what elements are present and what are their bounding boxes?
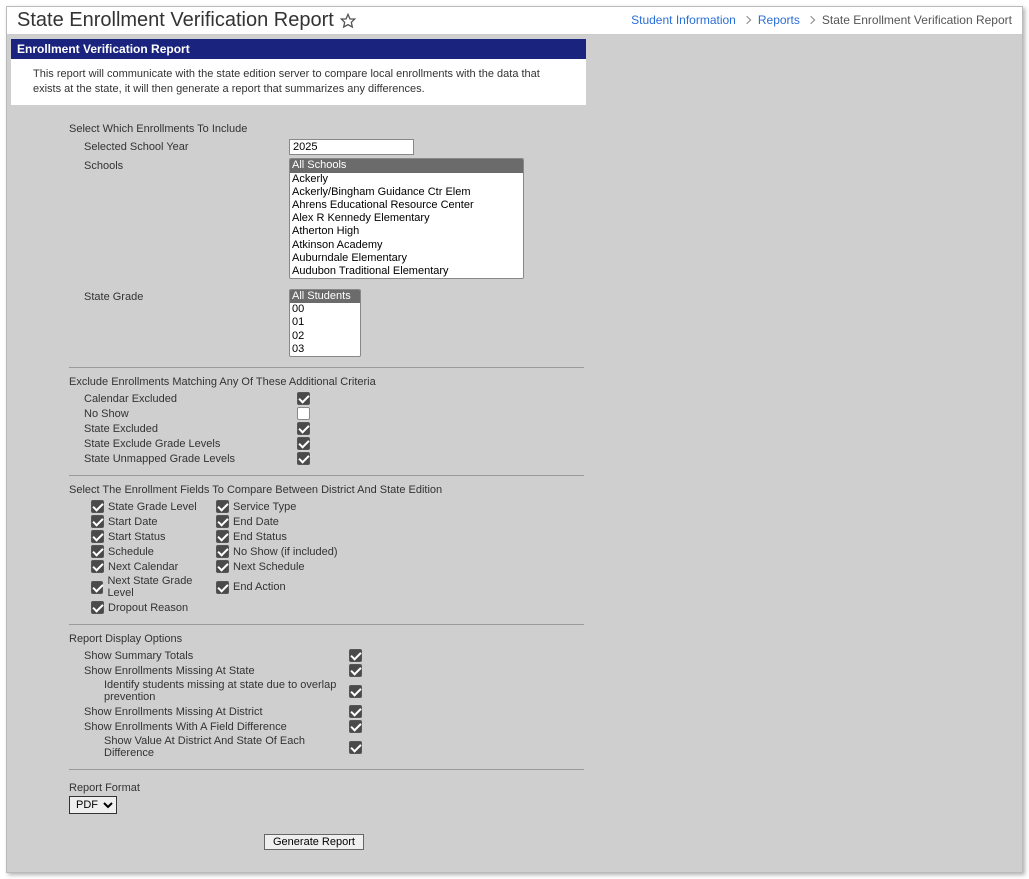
display-option-label: Show Enrollments Missing At State <box>19 665 349 677</box>
compare-checkbox[interactable] <box>91 560 104 573</box>
school-option[interactable]: Audubon Traditional Elementary <box>290 265 523 278</box>
compare-checkbox[interactable] <box>216 530 229 543</box>
grade-option[interactable]: 01 <box>290 316 360 329</box>
school-option[interactable]: Ackerly <box>290 173 523 186</box>
exclude-checkbox[interactable] <box>297 392 310 405</box>
label-schools: Schools <box>19 158 289 172</box>
compare-label: Next State Grade Level <box>107 575 216 599</box>
section-exclude: Exclude Enrollments Matching Any Of Thes… <box>69 376 578 388</box>
compare-label: End Status <box>233 531 287 543</box>
compare-label: Start Status <box>108 531 165 543</box>
grade-option[interactable]: 00 <box>290 303 360 316</box>
page-title: State Enrollment Verification Report <box>17 9 356 32</box>
compare-checkbox[interactable] <box>91 581 103 594</box>
compare-label: Next Calendar <box>108 561 178 573</box>
school-option[interactable]: Ahrens Educational Resource Center <box>290 199 523 212</box>
compare-checkbox[interactable] <box>216 515 229 528</box>
exclude-checkbox[interactable] <box>297 407 310 420</box>
display-option-checkbox[interactable] <box>349 741 362 754</box>
school-option[interactable]: Auburndale Elementary <box>290 252 523 265</box>
compare-checkbox[interactable] <box>91 601 104 614</box>
exclude-label: State Excluded <box>19 423 297 435</box>
panel-description: This report will communicate with the st… <box>11 59 586 106</box>
section-display: Report Display Options <box>69 633 578 645</box>
section-include: Select Which Enrollments To Include <box>69 123 578 135</box>
display-option-checkbox[interactable] <box>349 720 362 733</box>
compare-checkbox[interactable] <box>216 581 229 594</box>
compare-checkbox[interactable] <box>91 530 104 543</box>
compare-checkbox[interactable] <box>216 500 229 513</box>
breadcrumb-reports[interactable]: Reports <box>758 13 800 27</box>
exclude-checkbox[interactable] <box>297 437 310 450</box>
generate-report-button[interactable]: Generate Report <box>264 834 364 850</box>
display-option-checkbox[interactable] <box>349 664 362 677</box>
compare-label: Next Schedule <box>233 561 305 573</box>
compare-checkbox[interactable] <box>216 545 229 558</box>
school-option[interactable]: Atkinson Academy <box>290 239 523 252</box>
display-option-label: Identify students missing at state due t… <box>19 679 349 703</box>
exclude-label: State Unmapped Grade Levels <box>19 453 297 465</box>
display-option-label: Show Enrollments With A Field Difference <box>19 721 349 733</box>
star-icon[interactable] <box>340 12 356 28</box>
breadcrumb: Student Information Reports State Enroll… <box>631 13 1012 27</box>
top-bar: State Enrollment Verification Report Stu… <box>7 7 1022 35</box>
compare-label: No Show (if included) <box>233 546 338 558</box>
compare-label: Dropout Reason <box>108 602 188 614</box>
chevron-right-icon <box>807 16 815 24</box>
compare-label: Service Type <box>233 501 296 513</box>
compare-checkbox[interactable] <box>91 500 104 513</box>
display-option-checkbox[interactable] <box>349 685 362 698</box>
school-option[interactable]: Ballard High <box>290 278 523 279</box>
compare-checkbox[interactable] <box>91 545 104 558</box>
compare-label: State Grade Level <box>108 501 197 513</box>
exclude-checkbox[interactable] <box>297 422 310 435</box>
page-title-text: State Enrollment Verification Report <box>17 9 334 32</box>
exclude-label: State Exclude Grade Levels <box>19 438 297 450</box>
compare-checkbox[interactable] <box>216 560 229 573</box>
listbox-state-grade[interactable]: All Students0001020304 <box>289 289 361 357</box>
exclude-checkbox[interactable] <box>297 452 310 465</box>
compare-label: End Date <box>233 516 279 528</box>
display-option-checkbox[interactable] <box>349 705 362 718</box>
school-option[interactable]: Ackerly/Bingham Guidance Ctr Elem <box>290 186 523 199</box>
exclude-label: Calendar Excluded <box>19 393 297 405</box>
grade-option[interactable]: 04 <box>290 356 360 357</box>
input-school-year[interactable] <box>289 139 414 155</box>
panel-header: Enrollment Verification Report <box>11 39 586 59</box>
grade-option[interactable]: All Students <box>290 290 360 303</box>
label-school-year: Selected School Year <box>19 139 289 153</box>
display-option-label: Show Enrollments Missing At District <box>19 706 349 718</box>
display-option-label: Show Value At District And State Of Each… <box>19 735 349 759</box>
section-compare: Select The Enrollment Fields To Compare … <box>69 484 578 496</box>
display-option-label: Show Summary Totals <box>19 650 349 662</box>
grade-option[interactable]: 03 <box>290 343 360 356</box>
compare-label: End Action <box>233 581 286 593</box>
label-state-grade: State Grade <box>19 289 289 303</box>
select-report-format[interactable]: PDF <box>69 796 117 814</box>
compare-label: Schedule <box>108 546 154 558</box>
listbox-schools[interactable]: All SchoolsAckerlyAckerly/Bingham Guidan… <box>289 158 524 279</box>
report-panel: Enrollment Verification Report This repo… <box>11 39 586 106</box>
breadcrumb-student-info[interactable]: Student Information <box>631 13 736 27</box>
chevron-right-icon <box>743 16 751 24</box>
school-option[interactable]: All Schools <box>290 159 523 172</box>
compare-label: Start Date <box>108 516 158 528</box>
exclude-label: No Show <box>19 408 297 420</box>
compare-checkbox[interactable] <box>91 515 104 528</box>
label-report-format: Report Format <box>69 782 578 794</box>
grade-option[interactable]: 02 <box>290 330 360 343</box>
school-option[interactable]: Atherton High <box>290 225 523 238</box>
breadcrumb-current: State Enrollment Verification Report <box>822 13 1012 27</box>
display-option-checkbox[interactable] <box>349 649 362 662</box>
school-option[interactable]: Alex R Kennedy Elementary <box>290 212 523 225</box>
